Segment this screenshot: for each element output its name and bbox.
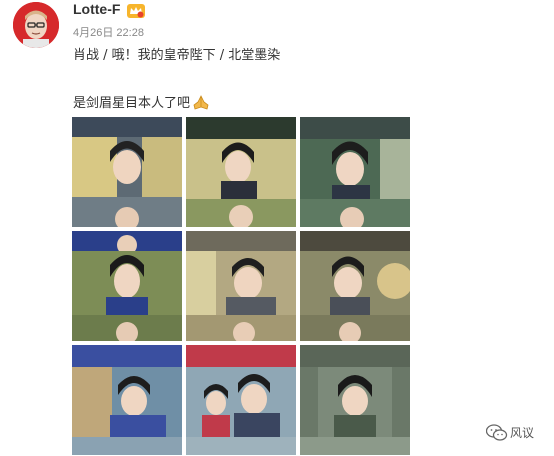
post-text: 是剑眉星目本人了吧 [73,96,191,111]
avatar-face-icon [13,2,59,48]
wechat-icon [485,424,508,442]
post-text-line-1: 肖战 / 哦！我的皇帝陛下 / 北堂墨染 [73,48,281,63]
avatar[interactable] [13,2,59,48]
post-timestamp[interactable]: 4月26日 22:28 [73,24,144,40]
photo-thumb-1[interactable] [72,117,182,227]
photo-thumb-5[interactable] [186,231,296,341]
post-text-line-2: 是剑眉星目本人了吧 [73,92,210,111]
praying-hands-icon [192,95,210,110]
photo-thumb-8[interactable] [186,345,296,455]
photo-thumb-6[interactable] [300,231,410,341]
photo-thumb-2[interactable] [186,117,296,227]
watermark-text: 风议 [509,426,534,440]
vip-crown-icon[interactable] [127,3,145,18]
photo-thumb-3[interactable] [300,117,410,227]
photo-thumb-9[interactable] [300,345,410,455]
photo-thumb-4[interactable] [72,231,182,341]
photo-thumb-7[interactable] [72,345,182,455]
username[interactable]: Lotte-F [73,1,120,17]
